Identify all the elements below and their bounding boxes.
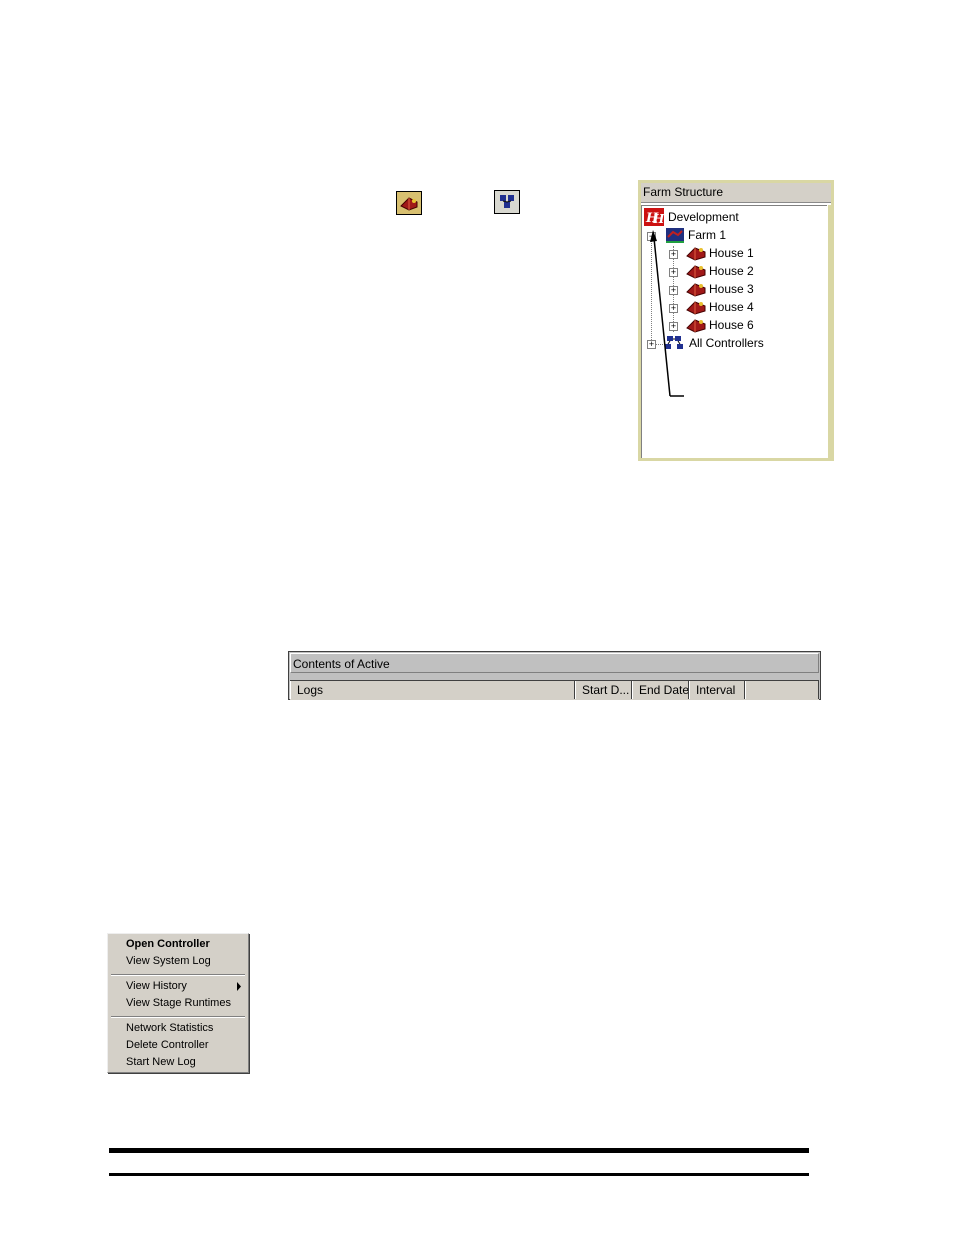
annotation-arrow — [650, 230, 684, 397]
tree-item-label: House 1 — [709, 246, 754, 260]
column-logs[interactable]: Logs — [290, 681, 575, 699]
contents-panel: Contents of Active Logs Start D... End D… — [288, 651, 821, 700]
menu-item-view-system-log[interactable]: View System Log — [126, 953, 211, 970]
farm-structure-panel: Farm Structure H H Development − Farm 1 … — [638, 180, 834, 461]
menu-separator — [111, 1016, 245, 1018]
menu-item-view-stage-runtimes[interactable]: View Stage Runtimes — [126, 995, 231, 1012]
menu-item-delete-controller[interactable]: Delete Controller — [126, 1037, 209, 1054]
menu-item-network-statistics[interactable]: Network Statistics — [126, 1020, 213, 1037]
menu-item-open-controller[interactable]: Open Controller — [126, 936, 210, 953]
menu-separator — [111, 974, 245, 976]
tree-item-label: House 4 — [709, 300, 754, 314]
tree-item-label: House 3 — [709, 282, 754, 296]
column-blank[interactable] — [745, 681, 819, 699]
column-end-date[interactable]: End Date — [632, 681, 689, 699]
tree-item-label: House 2 — [709, 264, 754, 278]
column-start-date[interactable]: Start D... — [575, 681, 632, 699]
footer-rule-thin — [109, 1173, 809, 1176]
controllers-icon — [494, 190, 520, 214]
contents-column-header: Logs Start D... End Date Interval — [290, 680, 819, 700]
menu-item-start-new-log[interactable]: Start New Log — [126, 1054, 196, 1071]
submenu-arrow-icon — [237, 982, 241, 991]
menu-item-view-history[interactable]: View History — [126, 978, 187, 995]
column-interval[interactable]: Interval — [689, 681, 745, 699]
footer-rule-thick — [109, 1148, 809, 1153]
farm-tree: H H Development − Farm 1 + House 1 + House … — [641, 205, 827, 458]
farm-structure-title: Farm Structure — [641, 183, 831, 203]
tree-item-label: House 6 — [709, 318, 754, 332]
contents-title: Contents of Active — [290, 653, 819, 673]
house-icon — [396, 191, 422, 215]
context-menu: Open Controller View System Log View His… — [107, 933, 249, 1073]
